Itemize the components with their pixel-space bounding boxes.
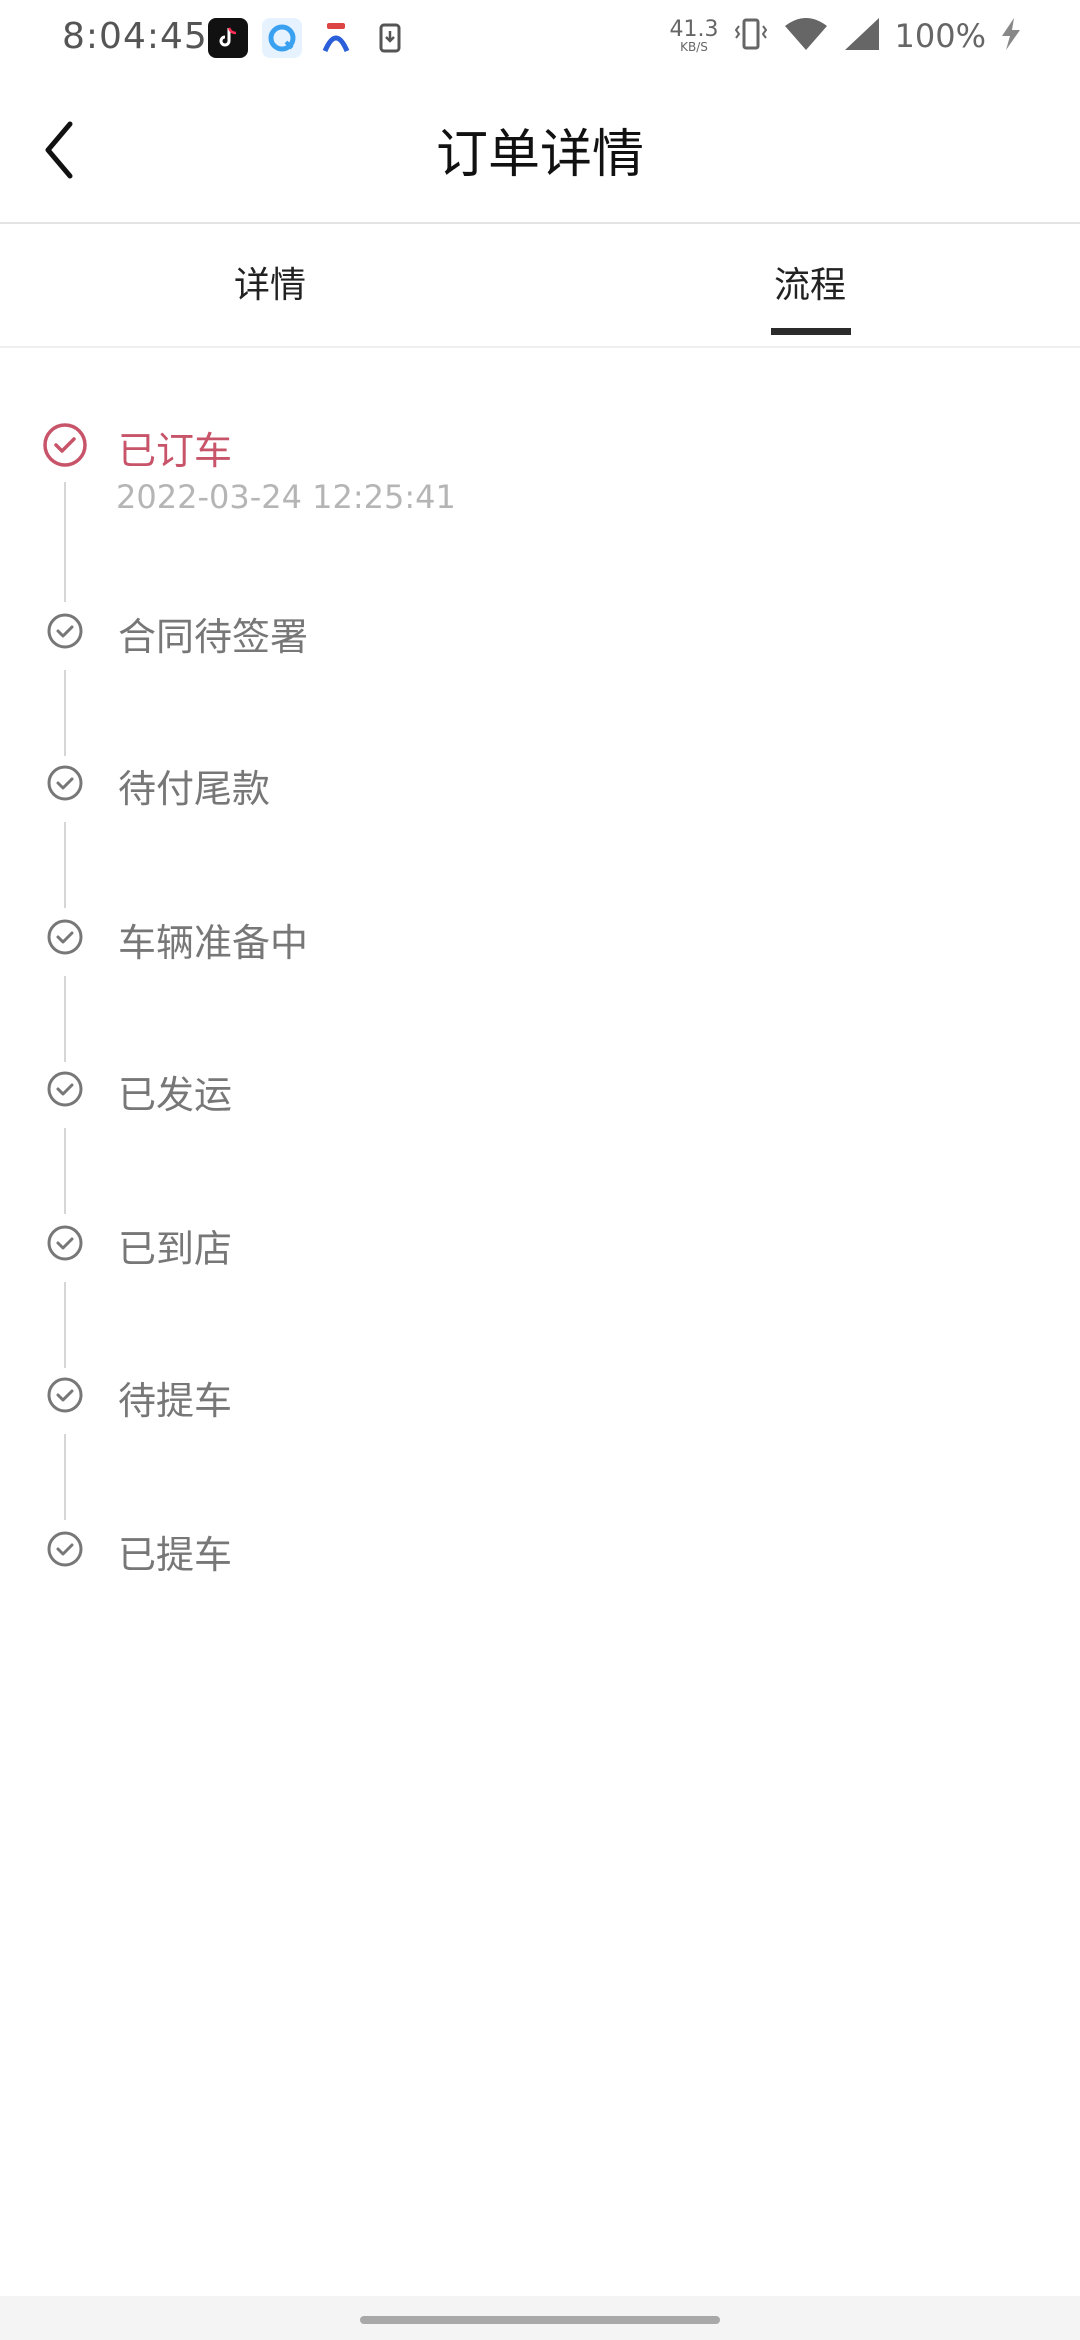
page-title: 订单详情: [435, 125, 644, 185]
vibrate-icon: [733, 16, 769, 56]
timeline-connector: [64, 482, 66, 602]
notification-icons: [208, 18, 410, 58]
step-label: 已提车: [118, 1533, 233, 1577]
step-label: 已订车: [118, 429, 233, 473]
net-speed: 41.3 KB/S: [669, 17, 719, 54]
gesture-bar-area: [0, 2296, 1080, 2340]
step-label: 已到店: [118, 1227, 233, 1271]
car-app-icon: [316, 18, 356, 58]
nav-bar: 订单详情: [0, 80, 1080, 224]
tiktok-icon: [208, 18, 248, 58]
net-speed-unit: KB/S: [680, 40, 708, 54]
step-label: 已发运: [118, 1073, 233, 1117]
order-detail-screen: 8:04:45 41.3 KB/S 100% 订单详情 详情 流程 已订车 20…: [0, 0, 1080, 2340]
check-circle-icon: [47, 919, 83, 955]
home-indicator[interactable]: [360, 2316, 720, 2324]
check-circle-icon: [47, 1377, 83, 1413]
tab-bar: 详情 流程: [0, 224, 1080, 348]
timeline-connector: [64, 1282, 66, 1368]
check-circle-icon: [47, 1531, 83, 1567]
timeline-connector: [64, 976, 66, 1062]
tab-process[interactable]: 流程: [660, 224, 960, 346]
tab-active-indicator: [771, 328, 851, 335]
battery-percentage: 100%: [894, 17, 986, 55]
status-bar: 8:04:45 41.3 KB/S 100%: [0, 0, 1080, 80]
timeline-connector: [64, 822, 66, 908]
check-circle-icon: [47, 613, 83, 649]
tab-process-label: 流程: [773, 265, 846, 306]
step-label: 待付尾款: [118, 767, 271, 811]
charging-icon: [1000, 16, 1022, 56]
status-right: 41.3 KB/S 100%: [670, 16, 1022, 56]
status-time: 8:04:45: [62, 16, 208, 57]
tab-details[interactable]: 详情: [120, 224, 420, 346]
signal-icon: [843, 16, 881, 56]
check-circle-icon: [47, 1225, 83, 1261]
step-time: 2022-03-24 12:25:41: [116, 478, 456, 516]
step-label: 车辆准备中: [118, 921, 309, 965]
timeline-connector: [64, 1128, 66, 1214]
net-speed-value: 41.3: [669, 17, 719, 42]
browser-icon: [262, 18, 302, 58]
check-circle-icon: [43, 423, 87, 467]
step-label: 合同待签署: [118, 615, 309, 659]
timeline-connector: [64, 1434, 66, 1520]
check-circle-icon: [47, 765, 83, 801]
tab-details-label: 详情: [233, 265, 306, 306]
wifi-icon: [783, 16, 829, 56]
download-icon: [370, 18, 410, 58]
timeline-connector: [64, 670, 66, 756]
step-label: 待提车: [118, 1379, 233, 1423]
check-circle-icon: [47, 1071, 83, 1107]
